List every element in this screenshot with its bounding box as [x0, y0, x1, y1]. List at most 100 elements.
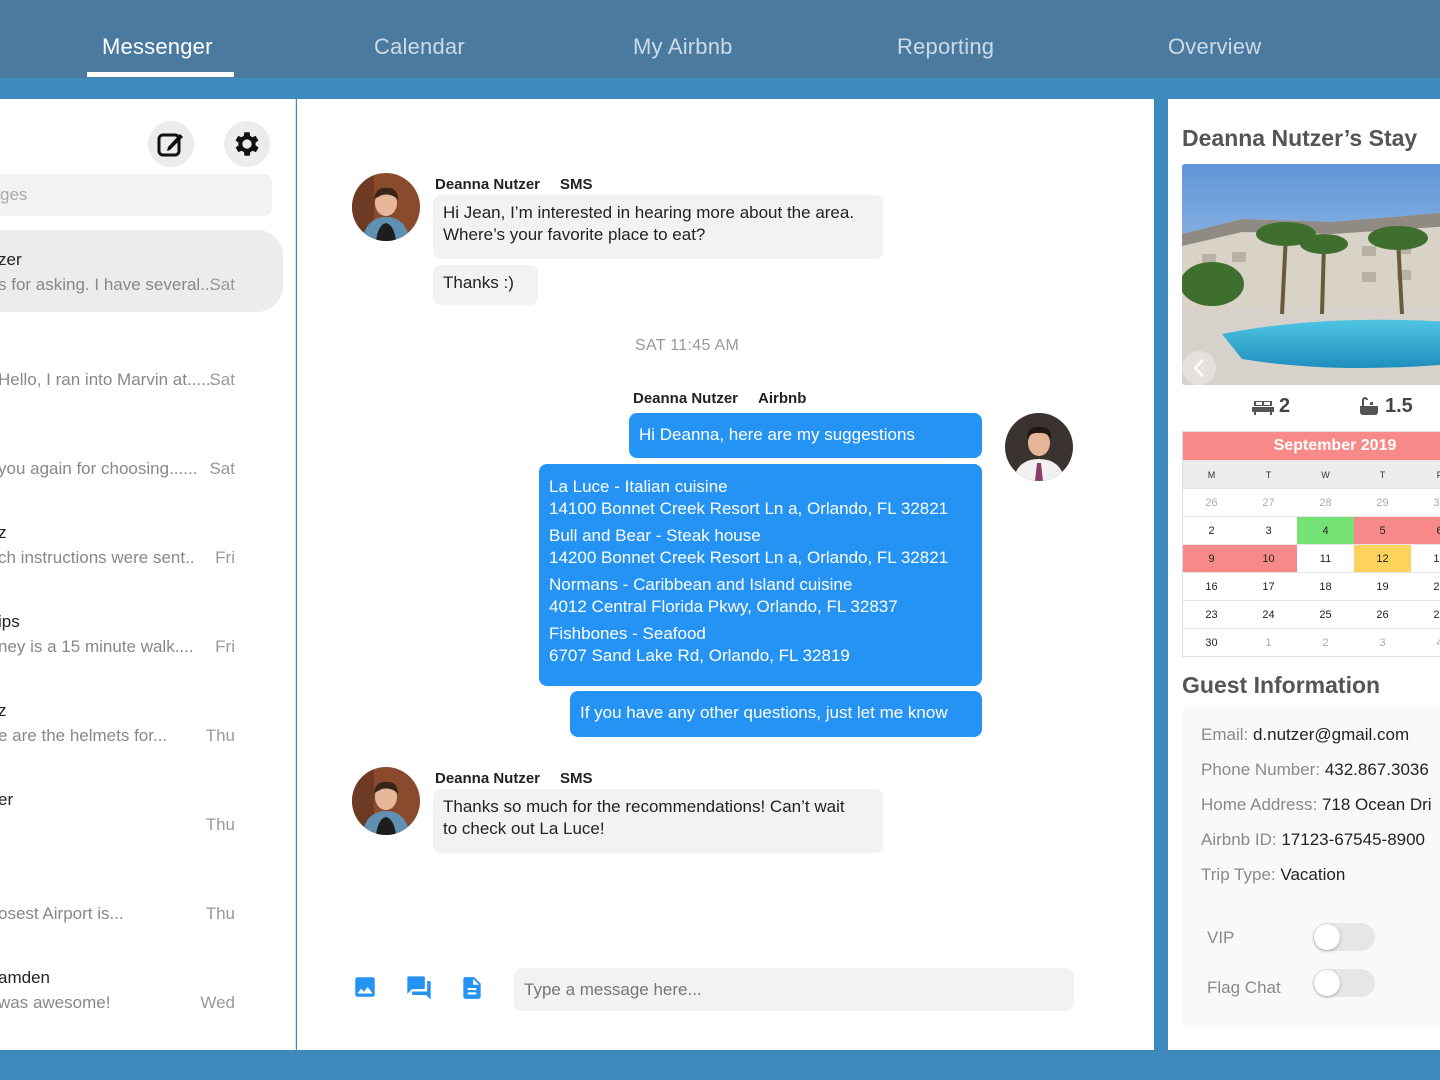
- calendar-day[interactable]: 16: [1183, 573, 1240, 600]
- toggle-knob: [1314, 970, 1340, 996]
- host-avatar[interactable]: [1005, 413, 1073, 481]
- calendar-day[interactable]: 25: [1297, 601, 1354, 628]
- conversation-item[interactable]: you again for choosing...... Sat: [0, 414, 283, 496]
- conversation-preview: osest Airport is...: [0, 904, 124, 923]
- calendar-day[interactable]: 30: [1411, 489, 1440, 516]
- flag-chat-toggle[interactable]: [1313, 969, 1375, 997]
- calendar-day[interactable]: 17: [1240, 573, 1297, 600]
- property-photo[interactable]: [1182, 164, 1440, 385]
- conversation-item[interactable]: z e are the helmets for... Thu: [0, 681, 283, 763]
- weekday-label: T: [1379, 470, 1386, 480]
- calendar-day[interactable]: 4: [1297, 517, 1354, 544]
- message-meta: Deanna Nutzer SMS: [435, 770, 593, 787]
- conversation-preview: ney is a 15 minute walk....: [0, 637, 194, 656]
- calendar-month: September 2019: [1183, 432, 1440, 460]
- guest-email: Email: d.nutzer@gmail.com: [1201, 725, 1409, 745]
- calendar-day[interactable]: 29: [1354, 489, 1411, 516]
- calendar-week-row: 2627282930: [1183, 488, 1440, 516]
- guest-avatar[interactable]: [352, 767, 420, 835]
- calendar-day[interactable]: 12: [1354, 545, 1411, 572]
- active-tab-indicator: [87, 72, 234, 77]
- chat-timestamp: SAT 11:45 AM: [635, 337, 740, 354]
- attach-image-button[interactable]: [352, 974, 378, 1005]
- calendar-day[interactable]: 2: [1297, 629, 1354, 656]
- calendar-day[interactable]: 10: [1240, 545, 1297, 572]
- message-line: to check out La Luce!: [443, 819, 605, 838]
- restaurant-name: Normans - Caribbean and Island cuisine: [549, 575, 853, 594]
- calendar-day[interactable]: 4: [1411, 629, 1440, 656]
- conversation-item[interactable]: ips ney is a 15 minute walk.... Fri: [0, 592, 283, 674]
- guest-phone: Phone Number: 432.867.3036: [1201, 760, 1429, 780]
- field-label: Airbnb ID:: [1201, 830, 1277, 849]
- quick-replies-button[interactable]: [405, 974, 433, 1007]
- calendar-week-row: 2324252627: [1183, 600, 1440, 628]
- tab-messenger[interactable]: Messenger: [102, 34, 213, 60]
- conversation-preview: e are the helmets for...: [0, 726, 168, 745]
- vip-toggle[interactable]: [1313, 923, 1375, 951]
- conversation-time: Thu: [205, 904, 235, 923]
- calendar-week-row: 910111213: [1183, 544, 1440, 572]
- conversation-time: Wed: [200, 993, 235, 1012]
- chat-panel: Deanna Nutzer SMS Hi Jean, I’m interested…: [297, 99, 1154, 1050]
- calendar-week-row: 30 1 2 3 4: [1183, 628, 1440, 656]
- message-input[interactable]: [514, 968, 1074, 1011]
- calendar-day[interactable]: 13: [1411, 545, 1440, 572]
- field-label: Trip Type:: [1201, 865, 1276, 884]
- outgoing-message-bubble: Hi Deanna, here are my suggestions: [629, 413, 982, 458]
- calendar-day[interactable]: 5: [1354, 517, 1411, 544]
- settings-button[interactable]: [224, 121, 270, 167]
- sender-name: Deanna Nutzer: [435, 770, 541, 787]
- calendar-day[interactable]: 23: [1183, 601, 1240, 628]
- guest-avatar[interactable]: [352, 173, 420, 241]
- conversation-item[interactable]: osest Airport is... Thu: [0, 859, 283, 941]
- tab-reporting[interactable]: Reporting: [897, 34, 994, 60]
- compose-button[interactable]: [148, 121, 194, 167]
- conversation-name: amden: [0, 968, 50, 987]
- calendar-day[interactable]: 1: [1240, 629, 1297, 656]
- vip-label: VIP: [1207, 928, 1235, 947]
- conversation-item[interactable]: z ch instructions were sent.. Fri: [0, 503, 283, 585]
- conversation-preview: you again for choosing......: [0, 459, 198, 478]
- calendar-day[interactable]: 18: [1297, 573, 1354, 600]
- calendar-day[interactable]: 6: [1411, 517, 1440, 544]
- conversation-time: Thu: [205, 815, 235, 834]
- bathtub-icon: [1360, 396, 1378, 415]
- calendar-day[interactable]: 27: [1240, 489, 1297, 516]
- calendar-day[interactable]: 2: [1183, 517, 1240, 544]
- calendar-day[interactable]: 30: [1183, 629, 1240, 656]
- calendar-day[interactable]: 24: [1240, 601, 1297, 628]
- toggle-knob: [1314, 924, 1340, 950]
- conversation-preview: Hello, I ran into Marvin at......: [0, 370, 216, 389]
- calendar-day[interactable]: 11: [1297, 545, 1354, 572]
- message-line: If you have any other questions, just le…: [580, 703, 948, 722]
- attach-document-button[interactable]: [459, 974, 485, 1007]
- search-messages-input[interactable]: ges: [0, 174, 272, 216]
- tab-overview[interactable]: Overview: [1168, 34, 1261, 60]
- baths-count: 1.5: [1358, 395, 1413, 418]
- previous-photo-button[interactable]: [1182, 351, 1216, 385]
- restaurant-address: 14100 Bonnet Creek Resort Ln a, Orlando,…: [549, 499, 949, 518]
- tab-my-airbnb[interactable]: My Airbnb: [633, 34, 733, 60]
- conversation-time: Sat: [209, 459, 235, 478]
- calendar-day[interactable]: 19: [1354, 573, 1411, 600]
- calendar-day[interactable]: 20: [1411, 573, 1440, 600]
- calendar-day[interactable]: 27: [1411, 601, 1440, 628]
- calendar-day[interactable]: 26: [1183, 489, 1240, 516]
- conversation-item[interactable]: amden was awesome! Wed: [0, 948, 283, 1030]
- calendar-day[interactable]: 9: [1183, 545, 1240, 572]
- message-line: Where’s your favorite place to eat?: [443, 225, 706, 244]
- property-photo-image: [1182, 164, 1440, 385]
- sender-name: Deanna Nutzer: [435, 176, 541, 193]
- guest-info-title: Guest Information: [1182, 672, 1381, 698]
- conversation-item[interactable]: er Thu: [0, 770, 283, 852]
- conversation-item[interactable]: Hello, I ran into Marvin at...... Sat: [0, 325, 283, 407]
- conversation-item[interactable]: zer s for asking. I have several... Sat: [0, 230, 283, 312]
- conversation-time: Fri: [215, 637, 235, 656]
- flag-chat-label: Flag Chat: [1207, 978, 1281, 997]
- calendar-day[interactable]: 26: [1354, 601, 1411, 628]
- calendar-day[interactable]: 3: [1240, 517, 1297, 544]
- calendar-day[interactable]: 3: [1354, 629, 1411, 656]
- calendar-day[interactable]: 28: [1297, 489, 1354, 516]
- tab-calendar[interactable]: Calendar: [374, 34, 465, 60]
- outgoing-message-bubble: La Luce - Italian cuisine 14100 Bonnet Cr…: [539, 464, 982, 686]
